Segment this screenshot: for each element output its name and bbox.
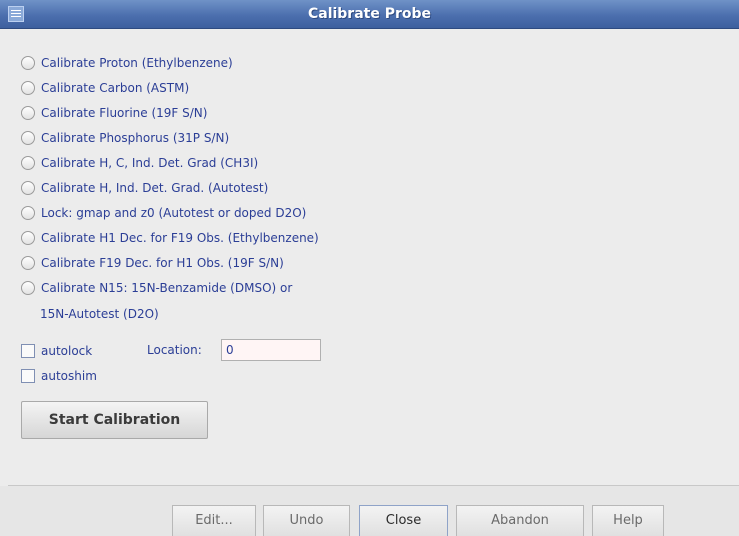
location-label: Location: xyxy=(147,343,202,357)
radio-calibrate-fluorine[interactable]: Calibrate Fluorine (19F S/N) xyxy=(21,104,207,122)
radio-button-icon[interactable] xyxy=(21,281,35,295)
autolock-checkbox[interactable] xyxy=(21,344,35,358)
title-bar: Calibrate Probe xyxy=(0,0,739,29)
option-label: Calibrate H, C, Ind. Det. Grad (CH3I) xyxy=(41,156,259,170)
help-button[interactable]: Help xyxy=(592,505,664,536)
radio-button-icon[interactable] xyxy=(21,181,35,195)
autoshim-label: autoshim xyxy=(41,369,97,383)
option-label: Calibrate H1 Dec. for F19 Obs. (Ethylben… xyxy=(41,231,319,245)
option-label: Calibrate N15: 15N-Benzamide (DMSO) or xyxy=(41,281,293,295)
close-button[interactable]: Close xyxy=(359,505,448,536)
radio-calibrate-h1-dec[interactable]: Calibrate H1 Dec. for F19 Obs. (Ethylben… xyxy=(21,229,319,247)
radio-calibrate-phosphorus[interactable]: Calibrate Phosphorus (31P S/N) xyxy=(21,129,229,147)
autoshim-checkbox-row[interactable]: autoshim xyxy=(21,367,97,385)
radio-button-icon[interactable] xyxy=(21,131,35,145)
radio-calibrate-h-grad[interactable]: Calibrate H, Ind. Det. Grad. (Autotest) xyxy=(21,179,268,197)
radio-button-icon[interactable] xyxy=(21,56,35,70)
radio-lock-gmap[interactable]: Lock: gmap and z0 (Autotest or doped D2O… xyxy=(21,204,306,222)
option-label: Calibrate Phosphorus (31P S/N) xyxy=(41,131,230,145)
radio-calibrate-proton[interactable]: Calibrate Proton (Ethylbenzene) xyxy=(21,54,233,72)
abandon-button[interactable]: Abandon xyxy=(456,505,584,536)
radio-calibrate-n15[interactable]: Calibrate N15: 15N-Benzamide (DMSO) or xyxy=(21,279,292,297)
option-label: Calibrate Carbon (ASTM) xyxy=(41,81,190,95)
option-label: Calibrate F19 Dec. for H1 Obs. (19F S/N) xyxy=(41,256,284,270)
radio-button-icon[interactable] xyxy=(21,206,35,220)
option-label: Calibrate H, Ind. Det. Grad. (Autotest) xyxy=(41,181,269,195)
option-label: Calibrate Fluorine (19F S/N) xyxy=(41,106,208,120)
undo-button[interactable]: Undo xyxy=(263,505,350,536)
radio-calibrate-f19-dec[interactable]: Calibrate F19 Dec. for H1 Obs. (19F S/N) xyxy=(21,254,284,272)
radio-button-icon[interactable] xyxy=(21,231,35,245)
location-input[interactable] xyxy=(221,339,321,361)
window-title: Calibrate Probe xyxy=(307,6,432,22)
start-calibration-button[interactable]: Start Calibration xyxy=(21,401,208,439)
option-label-continuation: 15N-Autotest (D2O) xyxy=(40,307,159,321)
radio-button-icon[interactable] xyxy=(21,156,35,170)
radio-calibrate-carbon[interactable]: Calibrate Carbon (ASTM) xyxy=(21,79,189,97)
autolock-label: autolock xyxy=(41,344,93,358)
radio-button-icon[interactable] xyxy=(21,256,35,270)
radio-button-icon[interactable] xyxy=(21,81,35,95)
option-label: Lock: gmap and z0 (Autotest or doped D2O… xyxy=(41,206,307,220)
edit-button[interactable]: Edit... xyxy=(172,505,256,536)
radio-calibrate-hc-grad[interactable]: Calibrate H, C, Ind. Det. Grad (CH3I) xyxy=(21,154,258,172)
autolock-checkbox-row[interactable]: autolock xyxy=(21,342,92,360)
option-label: Calibrate Proton (Ethylbenzene) xyxy=(41,56,233,70)
autoshim-checkbox[interactable] xyxy=(21,369,35,383)
radio-button-icon[interactable] xyxy=(21,106,35,120)
